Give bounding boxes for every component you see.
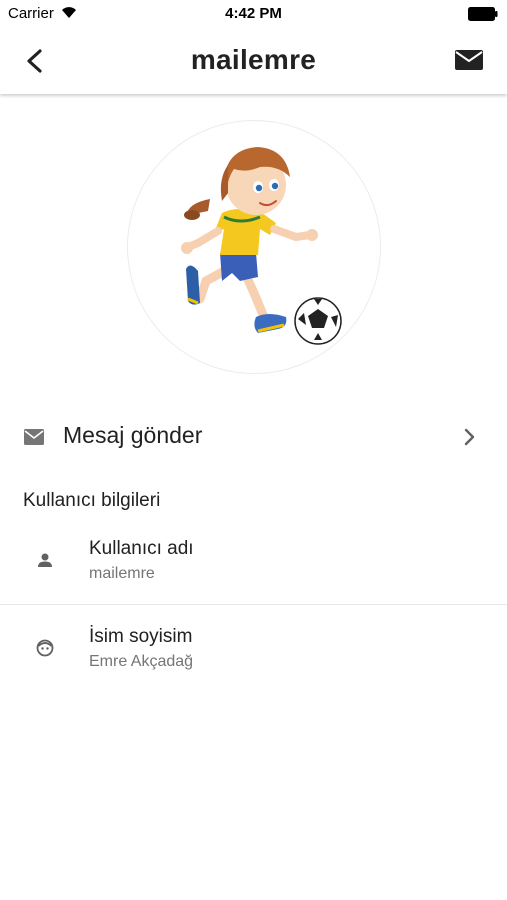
status-time: 4:42 PM	[225, 5, 282, 22]
info-row-fullname: İsim soyisim Emre Akçadağ	[0, 605, 507, 691]
info-row-username: Kullanıcı adı mailemre	[0, 520, 507, 606]
avatar-illustration	[181, 147, 342, 345]
fullname-label: İsim soyisim	[89, 626, 193, 647]
status-bar: Carrier 4:42 PM	[0, 0, 507, 28]
mail-icon	[24, 429, 44, 445]
profile-avatar	[127, 120, 381, 374]
battery-icon	[468, 7, 498, 21]
mail-icon	[455, 50, 483, 70]
chevron-right-icon	[464, 428, 475, 446]
user-info-section-title: Kullanıcı bilgileri	[23, 490, 161, 511]
person-icon	[38, 553, 52, 567]
fullname-value: Emre Akçadağ	[89, 653, 194, 670]
page-title: mailemre	[190, 44, 317, 75]
mail-button[interactable]	[453, 46, 485, 74]
send-message-label: Mesaj gönder	[63, 422, 203, 448]
face-icon	[36, 639, 54, 657]
navigation-bar: mailemre	[0, 28, 507, 94]
username-label: Kullanıcı adı	[89, 538, 194, 559]
username-value: mailemre	[89, 565, 155, 582]
send-message-row[interactable]: Mesaj gönder	[0, 406, 507, 468]
